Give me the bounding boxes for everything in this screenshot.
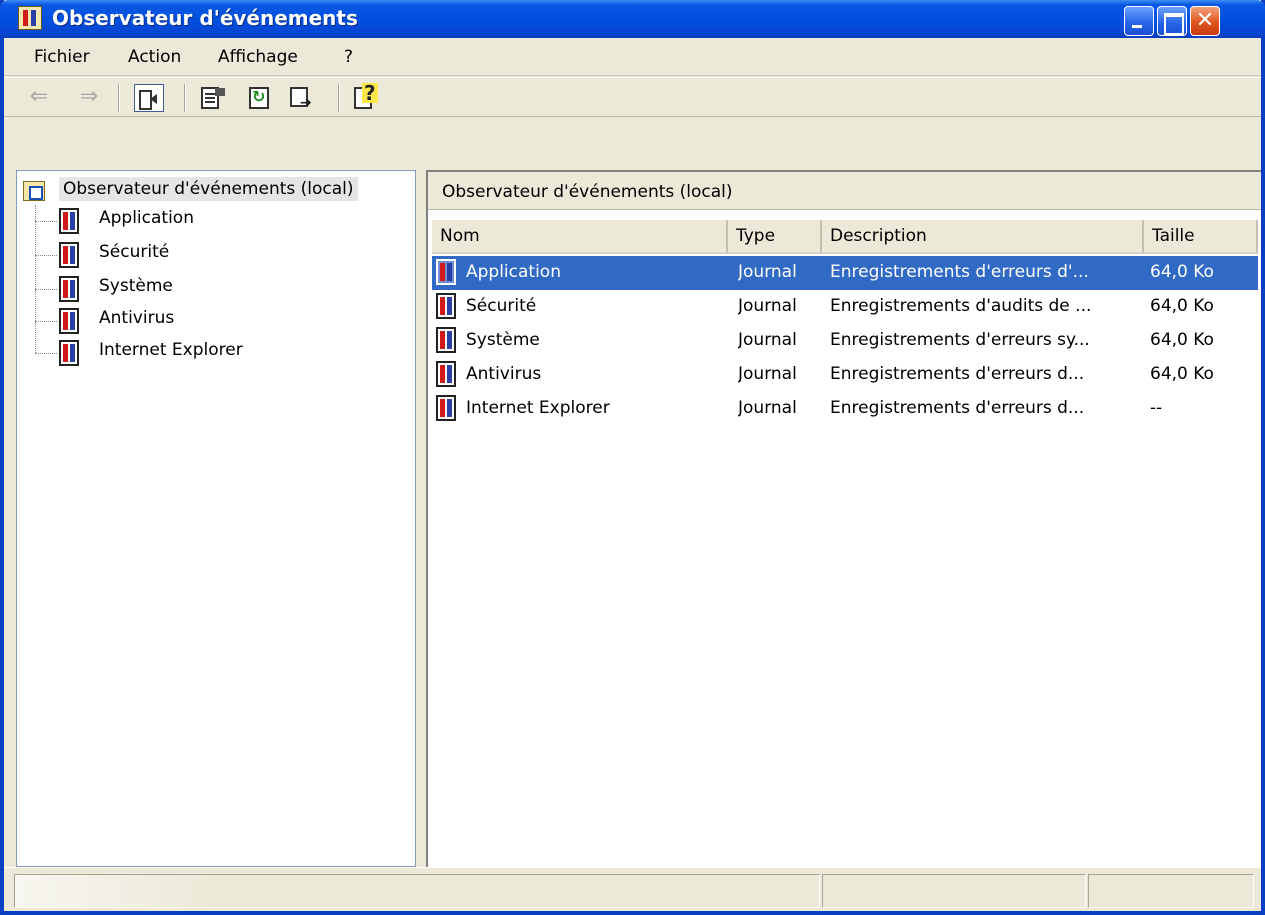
event-log-icon (59, 308, 79, 334)
cell-taille: 64,0 Ko (1150, 296, 1214, 316)
column-header-nom[interactable]: Nom (432, 220, 728, 254)
help-button[interactable] (352, 83, 378, 111)
status-bar-section (1088, 874, 1254, 908)
cell-nom: Système (466, 330, 540, 350)
console-tree[interactable]: Observateur d'événements (local) Applica… (16, 170, 416, 867)
properties-icon (201, 87, 225, 109)
tree-item-label: Antivirus (99, 308, 175, 328)
cell-type: Journal (738, 398, 797, 418)
details-pane[interactable]: Observateur d'événements (local) Nom Typ… (426, 170, 1261, 867)
forward-arrow-icon: ⇒ (79, 84, 99, 109)
menu-help[interactable]: ? (344, 47, 353, 67)
menu-action-label: Action (128, 47, 182, 67)
cell-type: Journal (738, 262, 797, 282)
cell-nom: Sécurité (466, 296, 537, 316)
tree-connector-line (35, 321, 57, 322)
cell-taille: 64,0 Ko (1150, 262, 1214, 282)
event-log-icon (436, 259, 456, 285)
cell-description: Enregistrements d'erreurs d... (830, 364, 1085, 384)
cell-nom: Application (466, 262, 561, 282)
refresh-icon (249, 87, 269, 109)
close-icon: ✕ (1195, 8, 1215, 33)
back-arrow-icon: ⇐ (29, 84, 49, 109)
tree-connector-line (35, 221, 57, 222)
column-header-taille[interactable]: Taille (1144, 220, 1258, 254)
help-icon (354, 83, 378, 109)
event-log-icon (59, 242, 79, 268)
cell-description: Enregistrements d'audits de ... (830, 296, 1092, 316)
column-header-type[interactable]: Type (728, 220, 822, 254)
cell-type: Journal (738, 330, 797, 350)
status-bar-section (822, 874, 1086, 908)
column-headers: Nom Type Description Taille (432, 220, 1258, 254)
maximize-button[interactable] (1157, 6, 1187, 36)
status-bar (4, 867, 1261, 911)
tree-item-label: Internet Explorer (99, 340, 243, 360)
status-bar-section (14, 874, 820, 908)
event-viewer-root-icon (23, 181, 45, 201)
list-item[interactable]: Antivirus Journal Enregistrements d'erre… (432, 358, 1258, 392)
window-title: Observateur d'événements (52, 6, 358, 30)
tree-connector-line (35, 255, 57, 256)
tree-item-label: Sécurité (99, 242, 170, 262)
event-viewer-window: Observateur d'événements ✕ Fichier Actio… (0, 0, 1265, 915)
properties-button[interactable] (198, 85, 225, 111)
show-hide-console-tree-button[interactable] (134, 84, 164, 112)
toolbar: ⇐ ⇒ (4, 77, 1261, 117)
toolbar-separator (118, 84, 120, 112)
details-pane-header: Observateur d'événements (local) (428, 172, 1261, 210)
event-log-icon (436, 293, 456, 319)
refresh-button[interactable] (246, 85, 272, 111)
export-list-button[interactable] (288, 85, 314, 111)
details-pane-title: Observateur d'événements (local) (442, 182, 733, 202)
toolbar-separator (338, 84, 340, 112)
event-log-icon (436, 361, 456, 387)
toolbar-separator (184, 84, 186, 112)
event-log-icon (436, 327, 456, 353)
menu-help-label: ? (344, 47, 354, 67)
column-header-description[interactable]: Description (822, 220, 1144, 254)
cell-description: Enregistrements d'erreurs d'... (830, 262, 1089, 282)
event-log-icon (59, 208, 79, 234)
cell-taille: 64,0 Ko (1150, 330, 1214, 350)
tree-root-label: Observateur d'événements (local) (59, 177, 358, 201)
cell-taille: -- (1150, 398, 1163, 418)
event-log-icon (59, 340, 79, 366)
cell-description: Enregistrements d'erreurs d... (830, 398, 1085, 418)
back-button[interactable]: ⇐ (26, 85, 52, 111)
list-item[interactable]: Sécurité Journal Enregistrements d'audit… (432, 290, 1258, 324)
list-item[interactable]: Système Journal Enregistrements d'erreur… (432, 324, 1258, 358)
cell-taille: 64,0 Ko (1150, 364, 1214, 384)
minimize-button[interactable] (1124, 6, 1154, 36)
menu-fichier[interactable]: Fichier (34, 47, 90, 67)
menu-fichier-label: Fichier (34, 47, 90, 67)
event-log-icon (436, 395, 456, 421)
event-log-icon (59, 276, 79, 302)
menu-bar: Fichier Action Affichage ? (4, 38, 1261, 76)
cell-type: Journal (738, 296, 797, 316)
event-viewer-app-icon (18, 6, 42, 30)
list-item[interactable]: Internet Explorer Journal Enregistrement… (432, 392, 1258, 426)
export-list-icon (290, 87, 312, 111)
forward-button[interactable]: ⇒ (76, 85, 102, 111)
tree-connector-line (35, 289, 57, 290)
cell-nom: Internet Explorer (466, 398, 610, 418)
tree-item-label: Système (99, 276, 173, 296)
tree-connector-line (35, 353, 57, 354)
list-item[interactable]: Application Journal Enregistrements d'er… (432, 256, 1258, 290)
menu-action[interactable]: Action (128, 47, 181, 67)
cell-description: Enregistrements d'erreurs sy... (830, 330, 1090, 350)
title-bar[interactable]: Observateur d'événements ✕ (0, 0, 1265, 38)
tree-item-label: Application (99, 208, 194, 228)
menu-affichage[interactable]: Affichage (218, 47, 298, 67)
close-button[interactable]: ✕ (1190, 6, 1220, 36)
cell-type: Journal (738, 364, 797, 384)
menu-affichage-label: Affichage (218, 47, 298, 67)
tree-connector-line (35, 205, 36, 353)
cell-nom: Antivirus (466, 364, 542, 384)
